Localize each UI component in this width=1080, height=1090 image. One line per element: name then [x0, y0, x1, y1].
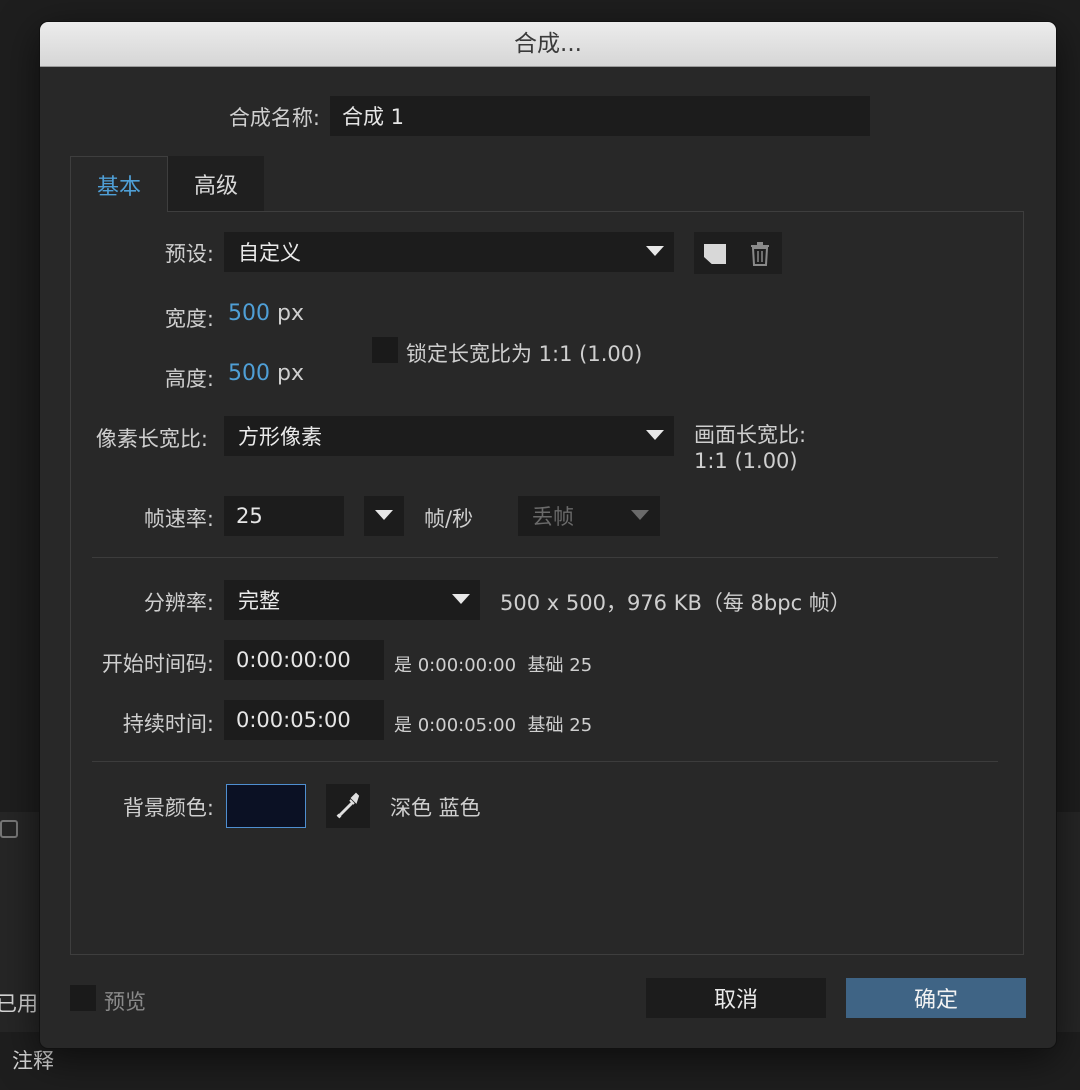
- lock-aspect-label: 锁定长宽比为 1:1 (1.00): [406, 342, 643, 366]
- preview-label: 预览: [104, 990, 146, 1014]
- eyedropper-icon: [336, 792, 360, 819]
- duration-input[interactable]: 0:00:05:00: [224, 700, 384, 740]
- chevron-down-icon: [375, 510, 393, 520]
- tab-advanced[interactable]: 高级: [168, 156, 264, 211]
- lock-aspect-checkbox[interactable]: [372, 337, 398, 363]
- start-timecode-info-base: 基础 25: [527, 655, 593, 676]
- width-value[interactable]: 500: [228, 301, 270, 326]
- duration-info: 是 0:00:05:00 基础 25: [394, 711, 592, 737]
- resolution-info: 500 x 500，976 KB（每 8bpc 帧）: [500, 591, 851, 615]
- dialog-title: 合成...: [40, 22, 1056, 67]
- chevron-down-icon: [646, 246, 664, 256]
- preset-dropdown[interactable]: 自定义: [224, 232, 674, 272]
- duration-info-base: 基础 25: [527, 715, 593, 736]
- divider: [92, 761, 998, 762]
- comp-name-label: 合成名称:: [228, 106, 320, 130]
- width-label: 宽度:: [164, 307, 214, 331]
- preset-label: 预设:: [164, 242, 214, 266]
- start-timecode-info: 是 0:00:00:00 基础 25: [394, 651, 592, 677]
- delete-preset-icon[interactable]: [750, 242, 770, 266]
- divider: [92, 557, 998, 558]
- frame-aspect-label: 画面长宽比:: [694, 423, 807, 447]
- chevron-down-icon: [646, 430, 664, 440]
- eyedropper-button[interactable]: [326, 784, 370, 828]
- resolution-dropdown[interactable]: 完整: [224, 580, 480, 620]
- chevron-down-icon: [452, 594, 470, 604]
- pixel-aspect-dropdown[interactable]: 方形像素: [224, 416, 674, 456]
- background-label-notes: 注释: [12, 1049, 54, 1073]
- frame-rate-input[interactable]: 25: [224, 496, 344, 536]
- frame-rate-label: 帧速率:: [143, 507, 214, 531]
- pixel-aspect-label: 像素长宽比:: [95, 427, 208, 451]
- composition-dialog: 合成... 合成名称: 合成 1 基本 高级 预设: 自定义 宽度: 500 p…: [40, 22, 1056, 1048]
- background-label-used: 已用: [0, 992, 38, 1016]
- background-color-name: 深色 蓝色: [390, 796, 481, 820]
- background-color-swatch[interactable]: [226, 784, 306, 828]
- comp-name-input[interactable]: 合成 1: [330, 96, 870, 136]
- start-timecode-info-value: 是 0:00:00:00: [394, 655, 517, 676]
- frame-aspect-value: 1:1 (1.00): [694, 449, 798, 473]
- height-value[interactable]: 500: [228, 361, 270, 386]
- resolution-label: 分辨率:: [143, 591, 214, 615]
- duration-label: 持续时间:: [122, 712, 214, 736]
- ok-button[interactable]: 确定: [846, 978, 1026, 1018]
- width-unit: px: [277, 301, 304, 326]
- chevron-down-icon: [631, 510, 649, 520]
- height-unit: px: [277, 361, 304, 386]
- start-timecode-input[interactable]: 0:00:00:00: [224, 640, 384, 680]
- cancel-button[interactable]: 取消: [646, 978, 826, 1018]
- frame-rate-unit: 帧/秒: [424, 507, 474, 531]
- tab-basic[interactable]: 基本: [70, 156, 168, 212]
- start-timecode-label: 开始时间码:: [101, 652, 214, 676]
- background-panel-right: [1056, 812, 1080, 1032]
- duration-info-value: 是 0:00:05:00: [394, 715, 517, 736]
- background-color-label: 背景颜色:: [122, 796, 214, 820]
- width-value-group: 500 px: [228, 301, 304, 326]
- background-camera-icon: [0, 820, 18, 838]
- height-value-group: 500 px: [228, 361, 304, 386]
- height-label: 高度:: [164, 367, 214, 391]
- preview-checkbox[interactable]: [70, 985, 96, 1011]
